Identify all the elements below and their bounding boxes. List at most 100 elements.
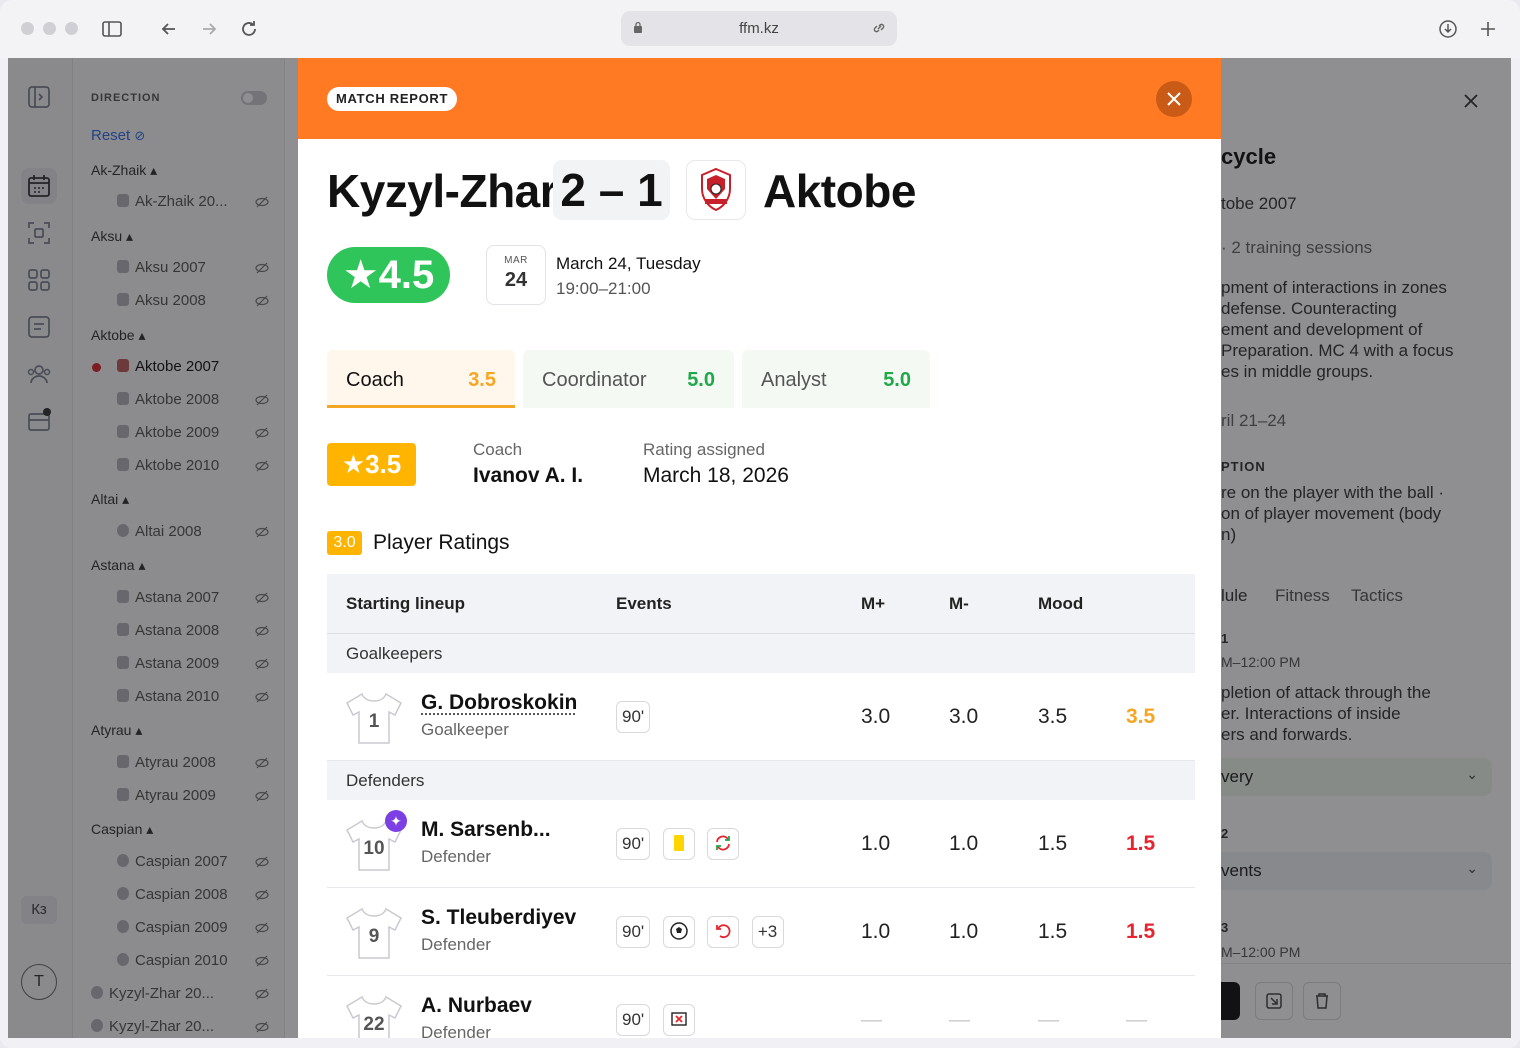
home-team-name: Kyzyl-Zhar — [327, 165, 558, 217]
match-score: 2 – 1 — [553, 160, 670, 220]
url-text: ffm.kz — [739, 20, 779, 37]
tab-label: Coach — [346, 369, 404, 391]
app-area: Кз T DIRECTION Reset ⊘ Ak-Zhaik ▴ Ak-Zha… — [8, 58, 1511, 1038]
player-name[interactable]: G. Dobroskokin — [421, 691, 577, 715]
m-minus-value: 3.0 — [949, 705, 979, 728]
share-link-icon[interactable] — [871, 20, 887, 36]
table-header: Starting lineup Events M+ M- Mood — [327, 574, 1195, 634]
match-report-modal: MATCH REPORT Kyzyl-Zhar 2 – 1 Aktobe ★4.… — [298, 58, 1221, 1038]
substitution-icon[interactable] — [707, 828, 740, 860]
mood-value: 3.5 — [1038, 705, 1068, 728]
group-row-goalkeepers: Goalkeepers — [327, 634, 1195, 673]
missed-icon[interactable] — [662, 1004, 695, 1036]
ball-icon[interactable] — [662, 916, 695, 948]
minutes-played-chip[interactable]: 90' — [616, 1004, 651, 1036]
window-close-dot[interactable] — [21, 22, 34, 35]
date-day: 24 — [504, 269, 528, 291]
player-ratings-title: Player Ratings — [373, 531, 510, 554]
download-icon[interactable] — [1437, 18, 1459, 40]
tab-value: 5.0 — [687, 369, 715, 391]
mood-value: — — [1038, 1008, 1059, 1031]
rating-assigned-date: March 18, 2026 — [643, 464, 789, 487]
column-header[interactable]: Events — [616, 594, 672, 614]
browser-window: ffm.kz Кз T DIRECTION Reset ⊘ Ak-Zhaik ▴… — [0, 0, 1520, 1048]
tab-analyst[interactable]: Analyst 5.0 — [742, 350, 930, 408]
column-header[interactable]: M- — [949, 594, 969, 614]
jersey-number: 1 — [368, 711, 380, 732]
jersey-icon: 22 — [344, 994, 404, 1038]
close-button[interactable] — [1156, 81, 1192, 117]
back-icon[interactable] — [158, 18, 180, 40]
table-row[interactable]: 1 G. Dobroskokin Goalkeeper 90' 3.0 3.0 … — [327, 673, 1195, 761]
column-header[interactable]: Mood — [1038, 594, 1083, 614]
new-tab-icon[interactable] — [1477, 18, 1499, 40]
events-cell: 90' — [616, 1004, 703, 1038]
m-minus-value: 1.0 — [949, 920, 979, 943]
m-plus-value: 1.0 — [861, 920, 891, 943]
jersey-number: 22 — [363, 1014, 385, 1035]
events-cell: 90' — [616, 828, 747, 862]
column-header[interactable]: M+ — [861, 594, 885, 614]
player-ratings-badge: 3.0 — [327, 531, 362, 555]
m-plus-value: 3.0 — [861, 705, 891, 728]
final-rating-value: 3.5 — [1126, 705, 1156, 728]
tab-coach[interactable]: Coach 3.5 — [327, 350, 515, 408]
events-cell: 90' +3 — [616, 916, 792, 950]
modal-header: MATCH REPORT — [298, 58, 1221, 139]
final-rating-value: 1.5 — [1126, 920, 1156, 943]
away-team-name: Aktobe — [763, 165, 916, 217]
window-zoom-dot[interactable] — [65, 22, 78, 35]
close-icon — [1167, 92, 1181, 106]
m-minus-value: — — [949, 1008, 970, 1031]
tab-coordinator[interactable]: Coordinator 5.0 — [523, 350, 734, 408]
m-plus-value: 1.0 — [861, 832, 891, 855]
group-label: Goalkeepers — [346, 644, 443, 663]
reload-icon[interactable] — [238, 18, 260, 40]
rating-assigned-label: Rating assigned — [643, 440, 765, 459]
sub-out-icon[interactable] — [707, 916, 740, 948]
coach-rating-badge: ★3.5 — [327, 443, 416, 486]
yellow-card-icon[interactable] — [662, 828, 695, 860]
table-row[interactable]: 9 S. Tleuberdiyev Defender 90' +3 1.0 1.… — [327, 888, 1195, 976]
overall-rating-badge: ★4.5 — [327, 247, 450, 303]
sidebar-toggle-icon[interactable] — [101, 18, 123, 40]
group-row-defenders: Defenders — [327, 761, 1195, 800]
table-row[interactable]: 22 A. Nurbaev Defender 90' — — — — — [327, 976, 1195, 1038]
rater-role-label: Coach — [473, 440, 523, 459]
browser-toolbar: ffm.kz — [0, 0, 1520, 58]
sparkle-badge-icon: ✦ — [385, 810, 407, 832]
match-date: March 24, Tuesday — [556, 254, 701, 273]
group-label: Defenders — [346, 771, 425, 790]
mood-value: 1.5 — [1038, 920, 1068, 943]
minutes-played-chip[interactable]: 90' — [616, 828, 651, 860]
match-time: 19:00–21:00 — [556, 279, 651, 298]
date-month: MAR — [504, 255, 528, 266]
window-minimize-dot[interactable] — [43, 22, 56, 35]
table-row[interactable]: 10 ✦ M. Sarsenb... Defender 90' 1.0 1.0 … — [327, 800, 1195, 888]
events-cell: 90' — [616, 701, 658, 735]
more-events-chip[interactable]: +3 — [751, 916, 784, 948]
address-bar[interactable]: ffm.kz — [621, 11, 897, 46]
column-header[interactable]: Starting lineup — [346, 594, 465, 614]
final-rating-value: — — [1126, 1008, 1147, 1031]
player-position: Defender — [421, 847, 491, 866]
jersey-number: 10 — [363, 838, 385, 859]
forward-icon[interactable] — [198, 18, 220, 40]
player-name[interactable]: A. Nurbaev — [421, 994, 532, 1018]
player-position: Defender — [421, 935, 491, 954]
player-name[interactable]: S. Tleuberdiyev — [421, 906, 576, 930]
player-name[interactable]: M. Sarsenb... — [421, 818, 551, 842]
minutes-played-chip[interactable]: 90' — [616, 701, 651, 733]
m-minus-value: 1.0 — [949, 832, 979, 855]
aktobe-crest-icon — [686, 160, 746, 220]
final-rating-value: 1.5 — [1126, 832, 1156, 855]
rater-name: Ivanov A. I. — [473, 464, 584, 487]
match-report-badge: MATCH REPORT — [327, 87, 458, 111]
tab-label: Analyst — [761, 369, 827, 391]
player-position: Defender — [421, 1023, 491, 1038]
m-plus-value: — — [861, 1008, 882, 1031]
jersey-icon: 9 — [344, 906, 404, 961]
minutes-played-chip[interactable]: 90' — [616, 916, 651, 948]
tab-value: 3.5 — [468, 369, 496, 391]
player-position: Goalkeeper — [421, 720, 509, 739]
